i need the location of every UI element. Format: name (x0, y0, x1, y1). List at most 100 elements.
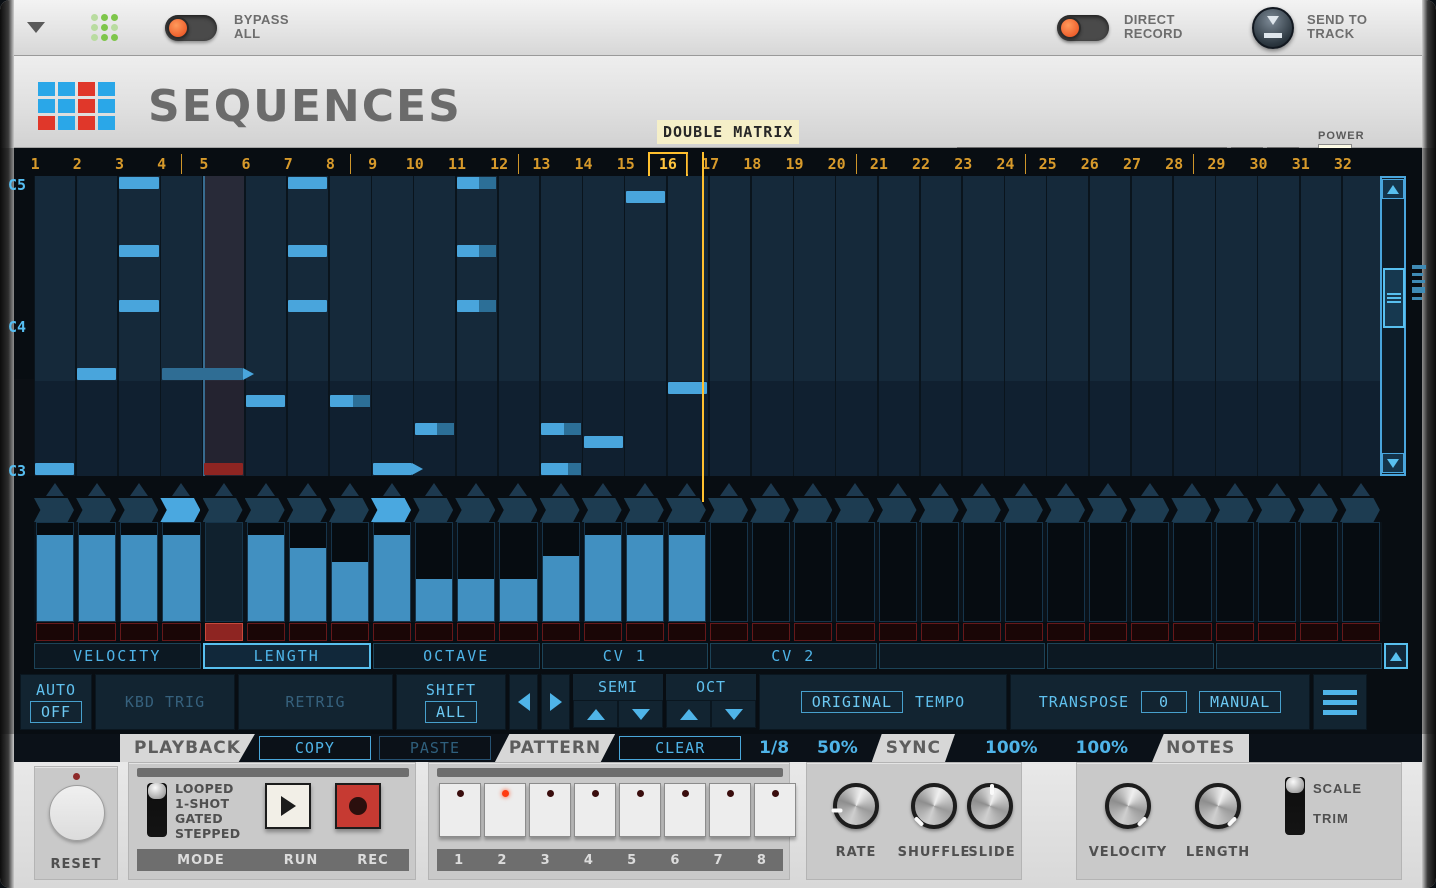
trigger-triangle-30[interactable] (1256, 476, 1298, 496)
roll-cell[interactable] (245, 216, 287, 231)
trigger-triangle-25[interactable] (1045, 476, 1087, 496)
roll-cell[interactable] (963, 271, 1004, 286)
roll-cell[interactable] (1005, 448, 1046, 463)
roll-cell[interactable] (878, 380, 920, 395)
roll-cell[interactable] (794, 421, 835, 436)
velocity-bar-15[interactable] (624, 522, 666, 622)
roll-cell[interactable] (498, 462, 540, 477)
note-block[interactable] (541, 463, 581, 476)
velocity-bar-17[interactable] (708, 522, 750, 622)
roll-cell[interactable] (920, 353, 962, 367)
roll-cell[interactable] (625, 257, 666, 272)
gate-step-24[interactable] (1002, 498, 1045, 522)
roll-cell[interactable] (878, 285, 920, 299)
roll-cell[interactable] (1258, 366, 1299, 381)
roll-cell[interactable] (119, 448, 160, 463)
note-block[interactable] (583, 436, 623, 449)
gate-step-20[interactable] (834, 498, 876, 522)
roll-cell[interactable] (1089, 380, 1131, 395)
roll-cell[interactable] (583, 216, 624, 231)
accent-step-25[interactable] (1045, 623, 1087, 641)
roll-cell[interactable] (583, 203, 624, 217)
roll-cell[interactable] (1342, 435, 1384, 449)
gate-step-21[interactable] (876, 498, 919, 522)
roll-cell[interactable] (1216, 326, 1257, 340)
roll-cell[interactable] (1005, 216, 1046, 231)
roll-cell[interactable] (1174, 203, 1215, 217)
lane-tab-empty-6[interactable] (1047, 643, 1214, 669)
roll-cell[interactable] (1216, 366, 1257, 381)
roll-cell[interactable] (498, 312, 540, 327)
gate-step-29[interactable] (1213, 498, 1256, 522)
note-block[interactable] (288, 177, 328, 189)
roll-cell[interactable] (752, 230, 793, 245)
roll-cell[interactable] (119, 407, 160, 422)
roll-cell[interactable] (456, 271, 498, 286)
roll-cell[interactable] (752, 326, 793, 340)
roll-cell[interactable] (583, 380, 624, 395)
roll-cell[interactable] (1174, 244, 1215, 258)
semi-up-button[interactable] (573, 700, 618, 728)
roll-cell[interactable] (456, 203, 498, 217)
roll-cell[interactable] (330, 244, 371, 258)
gate-step-3[interactable] (118, 498, 160, 522)
roll-cell[interactable] (1174, 189, 1215, 204)
roll-cell[interactable] (372, 298, 413, 313)
velocity-bar-1[interactable] (34, 522, 76, 622)
roll-cell[interactable] (1047, 203, 1088, 217)
roll-cell[interactable] (583, 407, 624, 422)
lane-tab-empty-5[interactable] (878, 643, 1045, 669)
accent-step-21[interactable] (877, 623, 919, 641)
roll-cell[interactable] (161, 435, 202, 449)
roll-cell[interactable] (119, 216, 160, 231)
gate-step-11[interactable] (455, 498, 497, 522)
trigger-triangle-29[interactable] (1214, 476, 1256, 496)
roll-cell[interactable] (161, 176, 202, 190)
step-number-4[interactable]: 4 (141, 152, 183, 176)
roll-cell[interactable] (1300, 366, 1342, 381)
step-number-26[interactable]: 26 (1069, 152, 1111, 176)
roll-cell[interactable] (878, 366, 920, 381)
menu-button[interactable] (1313, 674, 1367, 730)
roll-cell[interactable] (709, 244, 751, 258)
roll-cell[interactable] (498, 189, 540, 204)
roll-cell[interactable] (963, 203, 1004, 217)
roll-cell[interactable] (1300, 435, 1342, 449)
roll-cell[interactable] (1089, 448, 1131, 463)
roll-cell[interactable] (245, 298, 287, 313)
step-number-29[interactable]: 29 (1193, 152, 1237, 176)
roll-cell[interactable] (878, 312, 920, 327)
step-number-20[interactable]: 20 (816, 152, 858, 176)
roll-cell[interactable] (752, 462, 793, 477)
shift-left-button[interactable] (509, 674, 538, 730)
roll-cell[interactable] (161, 380, 202, 395)
roll-cell[interactable] (161, 271, 202, 286)
roll-cell[interactable] (963, 435, 1004, 449)
roll-cell[interactable] (583, 189, 624, 204)
transpose-value[interactable]: 0 (1141, 691, 1188, 713)
roll-cell[interactable] (414, 298, 455, 313)
roll-cell[interactable] (287, 189, 329, 204)
accent-step-7[interactable] (287, 623, 329, 641)
roll-cell[interactable] (709, 216, 751, 231)
roll-cell[interactable] (583, 353, 624, 367)
roll-cell[interactable] (372, 176, 413, 190)
mode-option-looped[interactable]: LOOPED (175, 781, 240, 796)
roll-cell[interactable] (752, 353, 793, 367)
roll-cell[interactable] (752, 339, 793, 354)
velocity-bar-8[interactable] (329, 522, 371, 622)
roll-cell[interactable] (1047, 298, 1088, 313)
roll-cell[interactable] (752, 394, 793, 408)
tab-sync[interactable]: SYNC (871, 734, 955, 762)
roll-cell[interactable] (541, 244, 582, 258)
roll-cell[interactable] (1005, 366, 1046, 381)
roll-cell[interactable] (330, 407, 371, 422)
roll-cell[interactable] (76, 448, 118, 463)
roll-cell[interactable] (414, 285, 455, 299)
copy-button[interactable]: COPY (258, 736, 371, 760)
velocity-bar-10[interactable] (413, 522, 455, 622)
roll-cell[interactable] (245, 326, 287, 340)
roll-cell[interactable] (583, 298, 624, 313)
roll-cell[interactable] (878, 407, 920, 422)
roll-cell[interactable] (625, 407, 666, 422)
